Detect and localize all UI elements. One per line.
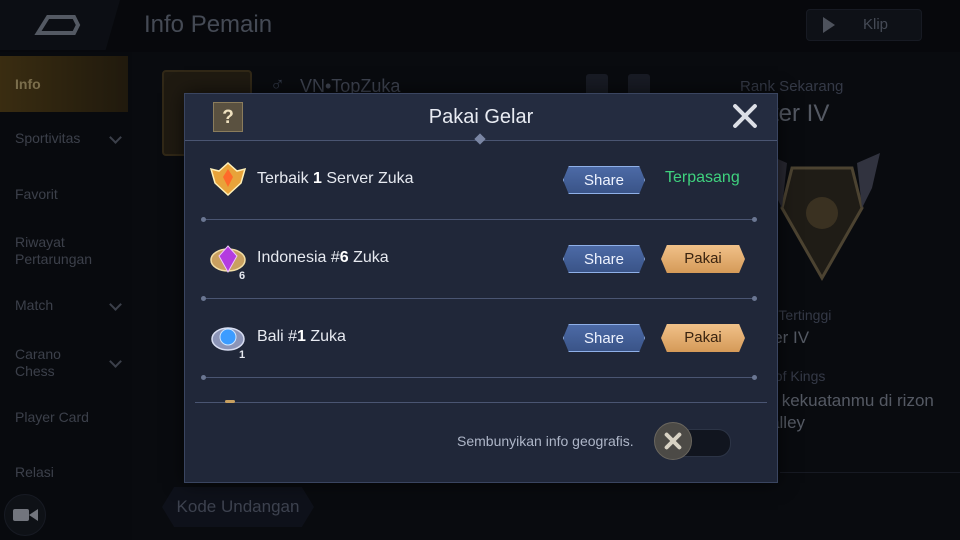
server-gold-badge-icon — [209, 161, 247, 197]
close-icon[interactable] — [731, 102, 759, 130]
list-item: 1 Bali #1 Zuka Share Pakai — [201, 299, 757, 380]
badge-rank-number: 6 — [239, 270, 246, 282]
share-button[interactable]: Share — [563, 324, 645, 352]
row-divider — [201, 375, 757, 380]
scroll-hint — [225, 400, 235, 403]
share-button[interactable]: Share — [563, 245, 645, 273]
title-name: Terbaik 1 Server Zuka — [257, 170, 414, 187]
hide-geo-label: Sembunyikan info geografis. — [457, 433, 634, 449]
title-name: Bali #1 Zuka — [257, 328, 346, 345]
equipped-status: Terpasang — [665, 169, 740, 186]
title-list: Terbaik 1 Server Zuka Share Terpasang 6 … — [185, 141, 777, 403]
title-dialog: ? Pakai Gelar Terbaik 1 Server Zuka Shar… — [184, 93, 778, 483]
use-button[interactable]: Pakai — [661, 324, 745, 352]
list-bottom-divider — [195, 402, 767, 403]
share-button[interactable]: Share — [563, 166, 645, 194]
dialog-header: ? Pakai Gelar — [185, 94, 777, 145]
list-item: 6 Indonesia #6 Zuka Share Pakai — [201, 220, 757, 301]
list-item: Terbaik 1 Server Zuka Share Terpasang — [201, 141, 757, 222]
badge-rank-number: 1 — [239, 349, 246, 361]
use-button[interactable]: Pakai — [661, 245, 745, 273]
dialog-title: Pakai Gelar — [428, 106, 534, 128]
toggle-off-icon[interactable] — [654, 422, 692, 460]
title-name: Indonesia #6 Zuka — [257, 249, 389, 266]
